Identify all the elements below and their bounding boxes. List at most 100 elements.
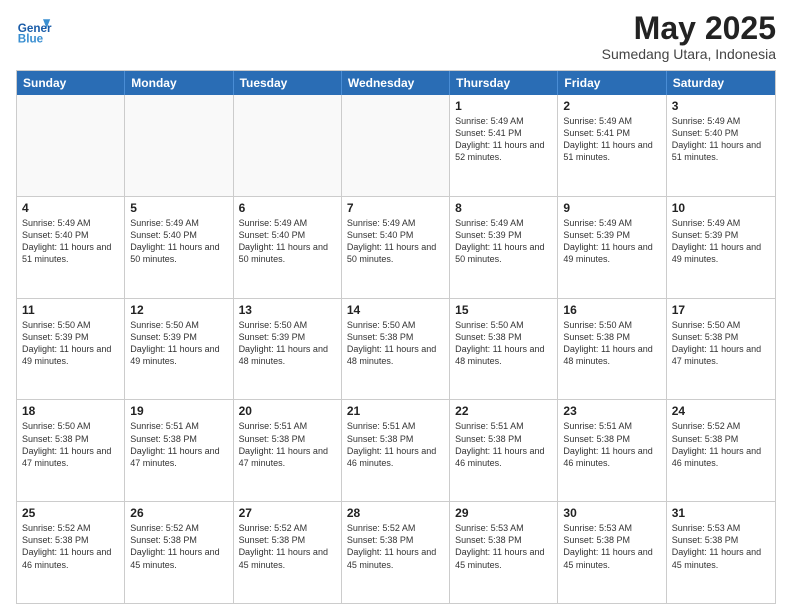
day-cell-9: 9 Sunrise: 5:49 AMSunset: 5:39 PMDayligh… <box>558 197 666 298</box>
header-sunday: Sunday <box>17 71 125 95</box>
week-row-1: 1 Sunrise: 5:49 AMSunset: 5:41 PMDayligh… <box>17 95 775 196</box>
cell-info: Sunrise: 5:53 AMSunset: 5:38 PMDaylight:… <box>563 522 660 571</box>
cell-info: Sunrise: 5:52 AMSunset: 5:38 PMDaylight:… <box>130 522 227 571</box>
cell-info: Sunrise: 5:50 AMSunset: 5:39 PMDaylight:… <box>22 319 119 368</box>
calendar-header: Sunday Monday Tuesday Wednesday Thursday… <box>17 71 775 95</box>
cell-info: Sunrise: 5:49 AMSunset: 5:41 PMDaylight:… <box>563 115 660 164</box>
day-cell-4: 4 Sunrise: 5:49 AMSunset: 5:40 PMDayligh… <box>17 197 125 298</box>
cell-info: Sunrise: 5:50 AMSunset: 5:38 PMDaylight:… <box>672 319 770 368</box>
day-cell-31: 31 Sunrise: 5:53 AMSunset: 5:38 PMDaylig… <box>667 502 775 603</box>
header-thursday: Thursday <box>450 71 558 95</box>
day-number: 14 <box>347 303 444 317</box>
day-cell-13: 13 Sunrise: 5:50 AMSunset: 5:39 PMDaylig… <box>234 299 342 400</box>
cell-info: Sunrise: 5:50 AMSunset: 5:39 PMDaylight:… <box>239 319 336 368</box>
cell-info: Sunrise: 5:49 AMSunset: 5:40 PMDaylight:… <box>22 217 119 266</box>
day-cell-24: 24 Sunrise: 5:52 AMSunset: 5:38 PMDaylig… <box>667 400 775 501</box>
day-number: 16 <box>563 303 660 317</box>
day-number: 30 <box>563 506 660 520</box>
cell-info: Sunrise: 5:51 AMSunset: 5:38 PMDaylight:… <box>455 420 552 469</box>
day-cell-3: 3 Sunrise: 5:49 AMSunset: 5:40 PMDayligh… <box>667 95 775 196</box>
day-number: 5 <box>130 201 227 215</box>
day-number: 1 <box>455 99 552 113</box>
cell-info: Sunrise: 5:49 AMSunset: 5:39 PMDaylight:… <box>455 217 552 266</box>
day-cell-15: 15 Sunrise: 5:50 AMSunset: 5:38 PMDaylig… <box>450 299 558 400</box>
day-number: 27 <box>239 506 336 520</box>
day-number: 22 <box>455 404 552 418</box>
day-number: 25 <box>22 506 119 520</box>
day-number: 17 <box>672 303 770 317</box>
week-row-5: 25 Sunrise: 5:52 AMSunset: 5:38 PMDaylig… <box>17 501 775 603</box>
day-cell-2: 2 Sunrise: 5:49 AMSunset: 5:41 PMDayligh… <box>558 95 666 196</box>
cell-info: Sunrise: 5:51 AMSunset: 5:38 PMDaylight:… <box>347 420 444 469</box>
day-number: 31 <box>672 506 770 520</box>
page: General Blue May 2025 Sumedang Utara, In… <box>0 0 792 612</box>
logo: General Blue <box>16 12 52 48</box>
cell-info: Sunrise: 5:49 AMSunset: 5:40 PMDaylight:… <box>347 217 444 266</box>
day-number: 24 <box>672 404 770 418</box>
calendar: Sunday Monday Tuesday Wednesday Thursday… <box>16 70 776 604</box>
cell-info: Sunrise: 5:51 AMSunset: 5:38 PMDaylight:… <box>239 420 336 469</box>
day-cell-20: 20 Sunrise: 5:51 AMSunset: 5:38 PMDaylig… <box>234 400 342 501</box>
day-number: 18 <box>22 404 119 418</box>
day-cell-16: 16 Sunrise: 5:50 AMSunset: 5:38 PMDaylig… <box>558 299 666 400</box>
cell-info: Sunrise: 5:49 AMSunset: 5:40 PMDaylight:… <box>239 217 336 266</box>
day-number: 23 <box>563 404 660 418</box>
day-cell-29: 29 Sunrise: 5:53 AMSunset: 5:38 PMDaylig… <box>450 502 558 603</box>
day-number: 6 <box>239 201 336 215</box>
day-number: 26 <box>130 506 227 520</box>
day-cell-10: 10 Sunrise: 5:49 AMSunset: 5:39 PMDaylig… <box>667 197 775 298</box>
month-year: May 2025 <box>602 12 776 44</box>
cell-info: Sunrise: 5:50 AMSunset: 5:38 PMDaylight:… <box>563 319 660 368</box>
location: Sumedang Utara, Indonesia <box>602 46 776 62</box>
day-cell-22: 22 Sunrise: 5:51 AMSunset: 5:38 PMDaylig… <box>450 400 558 501</box>
cell-info: Sunrise: 5:49 AMSunset: 5:40 PMDaylight:… <box>672 115 770 164</box>
day-cell-14: 14 Sunrise: 5:50 AMSunset: 5:38 PMDaylig… <box>342 299 450 400</box>
week-row-3: 11 Sunrise: 5:50 AMSunset: 5:39 PMDaylig… <box>17 298 775 400</box>
day-number: 20 <box>239 404 336 418</box>
day-cell-12: 12 Sunrise: 5:50 AMSunset: 5:39 PMDaylig… <box>125 299 233 400</box>
week-row-4: 18 Sunrise: 5:50 AMSunset: 5:38 PMDaylig… <box>17 399 775 501</box>
cell-info: Sunrise: 5:53 AMSunset: 5:38 PMDaylight:… <box>672 522 770 571</box>
day-cell-21: 21 Sunrise: 5:51 AMSunset: 5:38 PMDaylig… <box>342 400 450 501</box>
cell-info: Sunrise: 5:50 AMSunset: 5:38 PMDaylight:… <box>347 319 444 368</box>
svg-text:Blue: Blue <box>18 33 44 46</box>
day-number: 19 <box>130 404 227 418</box>
day-cell-7: 7 Sunrise: 5:49 AMSunset: 5:40 PMDayligh… <box>342 197 450 298</box>
empty-cell-0-3 <box>342 95 450 196</box>
cell-info: Sunrise: 5:52 AMSunset: 5:38 PMDaylight:… <box>672 420 770 469</box>
day-cell-28: 28 Sunrise: 5:52 AMSunset: 5:38 PMDaylig… <box>342 502 450 603</box>
empty-cell-0-0 <box>17 95 125 196</box>
empty-cell-0-2 <box>234 95 342 196</box>
cell-info: Sunrise: 5:52 AMSunset: 5:38 PMDaylight:… <box>347 522 444 571</box>
header-tuesday: Tuesday <box>234 71 342 95</box>
day-number: 13 <box>239 303 336 317</box>
cell-info: Sunrise: 5:52 AMSunset: 5:38 PMDaylight:… <box>22 522 119 571</box>
title-block: May 2025 Sumedang Utara, Indonesia <box>602 12 776 62</box>
day-number: 15 <box>455 303 552 317</box>
cell-info: Sunrise: 5:49 AMSunset: 5:39 PMDaylight:… <box>672 217 770 266</box>
empty-cell-0-1 <box>125 95 233 196</box>
logo-icon: General Blue <box>16 12 52 48</box>
day-cell-11: 11 Sunrise: 5:50 AMSunset: 5:39 PMDaylig… <box>17 299 125 400</box>
day-number: 28 <box>347 506 444 520</box>
day-number: 10 <box>672 201 770 215</box>
cell-info: Sunrise: 5:50 AMSunset: 5:38 PMDaylight:… <box>22 420 119 469</box>
day-cell-25: 25 Sunrise: 5:52 AMSunset: 5:38 PMDaylig… <box>17 502 125 603</box>
cell-info: Sunrise: 5:49 AMSunset: 5:40 PMDaylight:… <box>130 217 227 266</box>
day-number: 4 <box>22 201 119 215</box>
cell-info: Sunrise: 5:50 AMSunset: 5:39 PMDaylight:… <box>130 319 227 368</box>
calendar-body: 1 Sunrise: 5:49 AMSunset: 5:41 PMDayligh… <box>17 95 775 603</box>
week-row-2: 4 Sunrise: 5:49 AMSunset: 5:40 PMDayligh… <box>17 196 775 298</box>
day-number: 12 <box>130 303 227 317</box>
day-cell-26: 26 Sunrise: 5:52 AMSunset: 5:38 PMDaylig… <box>125 502 233 603</box>
day-cell-8: 8 Sunrise: 5:49 AMSunset: 5:39 PMDayligh… <box>450 197 558 298</box>
header-monday: Monday <box>125 71 233 95</box>
header-friday: Friday <box>558 71 666 95</box>
day-cell-18: 18 Sunrise: 5:50 AMSunset: 5:38 PMDaylig… <box>17 400 125 501</box>
day-number: 3 <box>672 99 770 113</box>
header-wednesday: Wednesday <box>342 71 450 95</box>
day-cell-17: 17 Sunrise: 5:50 AMSunset: 5:38 PMDaylig… <box>667 299 775 400</box>
day-number: 29 <box>455 506 552 520</box>
day-cell-19: 19 Sunrise: 5:51 AMSunset: 5:38 PMDaylig… <box>125 400 233 501</box>
day-cell-5: 5 Sunrise: 5:49 AMSunset: 5:40 PMDayligh… <box>125 197 233 298</box>
